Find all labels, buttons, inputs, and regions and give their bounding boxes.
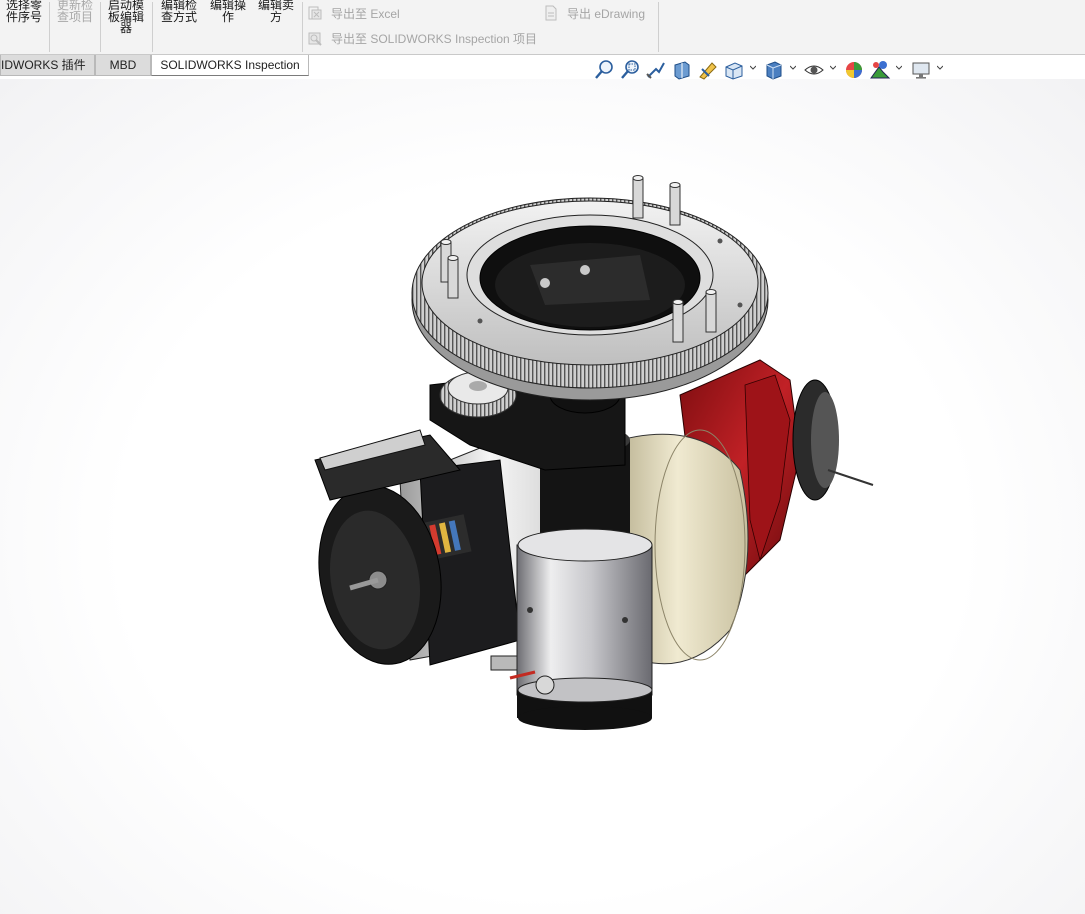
edit-vendor-button[interactable]: 编辑卖 方 — [254, 0, 298, 23]
apply-scene-icon[interactable] — [869, 59, 891, 81]
graphics-area[interactable] — [0, 79, 1085, 914]
dynamic-annotation-icon[interactable] — [697, 59, 719, 81]
export-to-inspection-project-button[interactable]: 导出至 SOLIDWORKS Inspection 项目 — [307, 27, 537, 49]
display-style-icon[interactable] — [763, 59, 785, 81]
zoom-to-area-icon[interactable] — [619, 59, 641, 81]
previous-view-icon[interactable] — [645, 59, 667, 81]
excel-export-icon — [308, 6, 322, 20]
edit-operation-button[interactable]: 编辑操 作 — [206, 0, 250, 23]
hide-show-items-icon[interactable] — [803, 59, 825, 81]
select-balloon-button[interactable]: 选择零 件序号 — [2, 0, 46, 23]
view-settings-icon[interactable] — [910, 59, 932, 81]
launch-template-editor-button[interactable]: 启动模 板编辑 器 — [104, 0, 148, 35]
chevron-down-icon[interactable] — [750, 65, 756, 71]
tab-mbd[interactable]: MBD — [94, 55, 152, 76]
view-orientation-icon[interactable] — [723, 59, 745, 81]
wheel-drive-assembly-model[interactable] — [0, 79, 1085, 914]
ribbon-separator — [100, 2, 101, 52]
inspection-export-icon — [308, 32, 322, 46]
command-manager-ribbon: 选择零 件序号 更新检 查项目 启动模 板编辑 器 编辑检 查方式 编辑操 作 … — [0, 0, 1085, 55]
ribbon-separator — [658, 2, 659, 52]
edit-inspection-method-button[interactable]: 编辑检 查方式 — [157, 0, 201, 23]
zoom-to-fit-icon[interactable] — [593, 59, 615, 81]
ribbon-separator — [302, 2, 303, 52]
tab-solidworks-inspection[interactable]: SOLIDWORKS Inspection — [151, 55, 309, 76]
export-edrawing-button[interactable]: 导出 eDrawing — [543, 2, 645, 24]
update-inspection-items-button[interactable]: 更新检 查项目 — [53, 0, 97, 23]
chevron-down-icon[interactable] — [790, 65, 796, 71]
chevron-down-icon[interactable] — [937, 65, 943, 71]
command-manager-tabs: IDWORKS 插件 MBD SOLIDWORKS Inspection — [0, 55, 309, 77]
section-view-icon[interactable] — [671, 59, 693, 81]
edrawing-export-icon — [545, 5, 557, 21]
chevron-down-icon[interactable] — [896, 65, 902, 71]
chevron-down-icon[interactable] — [830, 65, 836, 71]
ribbon-separator — [152, 2, 153, 52]
tab-solidworks-addins[interactable]: IDWORKS 插件 — [0, 55, 95, 76]
export-to-excel-button[interactable]: 导出至 Excel — [307, 2, 400, 24]
ribbon-separator — [49, 2, 50, 52]
edit-appearance-icon[interactable] — [843, 59, 865, 81]
